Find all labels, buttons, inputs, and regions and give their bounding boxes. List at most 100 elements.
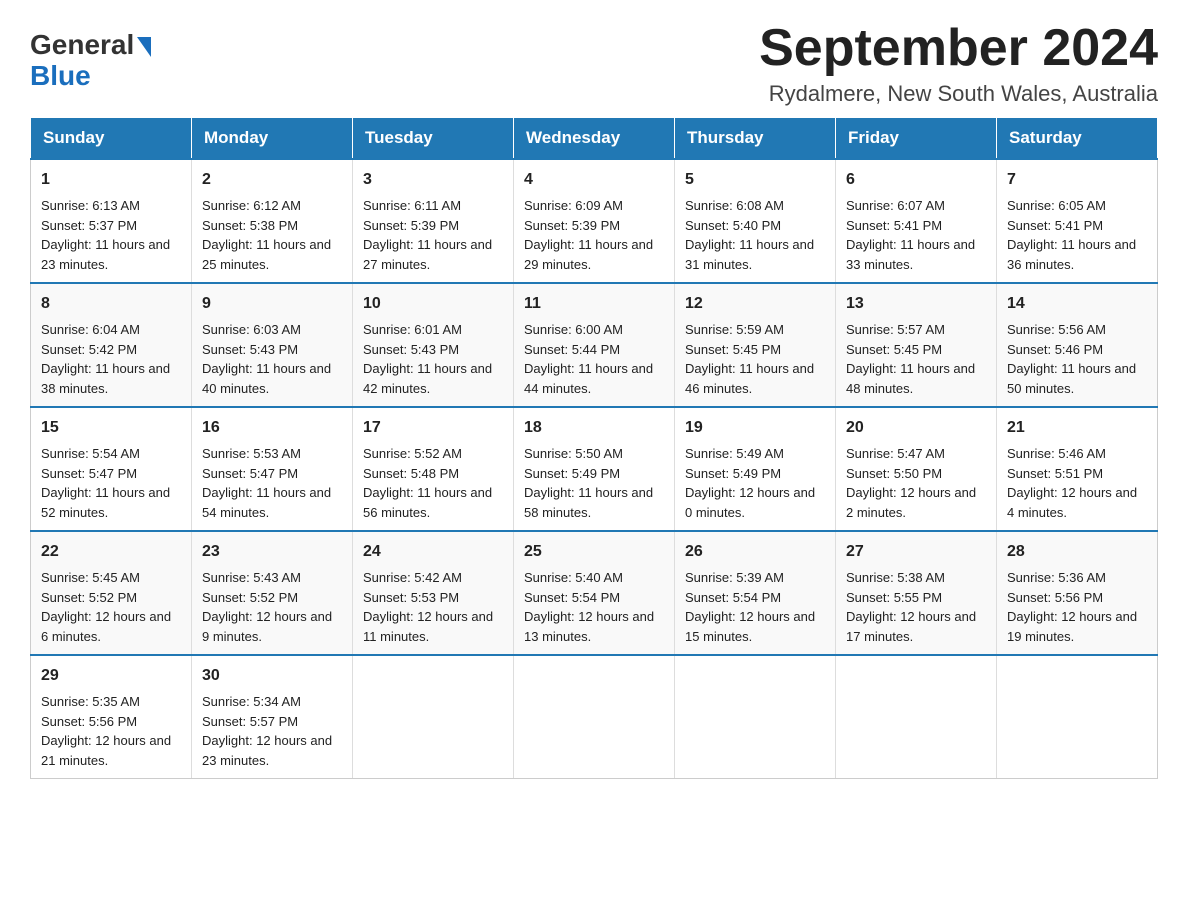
sunset-text: Sunset: 5:38 PM bbox=[202, 216, 342, 236]
sunset-text: Sunset: 5:50 PM bbox=[846, 464, 986, 484]
daylight-text: Daylight: 11 hours and 42 minutes. bbox=[363, 359, 503, 398]
table-row bbox=[514, 655, 675, 779]
day-number: 29 bbox=[41, 664, 181, 688]
table-row: 5Sunrise: 6:08 AMSunset: 5:40 PMDaylight… bbox=[675, 159, 836, 283]
table-row: 19Sunrise: 5:49 AMSunset: 5:49 PMDayligh… bbox=[675, 407, 836, 531]
table-row: 28Sunrise: 5:36 AMSunset: 5:56 PMDayligh… bbox=[997, 531, 1158, 655]
daylight-text: Daylight: 12 hours and 9 minutes. bbox=[202, 607, 342, 646]
sunset-text: Sunset: 5:52 PM bbox=[41, 588, 181, 608]
calendar-table: Sunday Monday Tuesday Wednesday Thursday… bbox=[30, 117, 1158, 779]
table-row: 15Sunrise: 5:54 AMSunset: 5:47 PMDayligh… bbox=[31, 407, 192, 531]
daylight-text: Daylight: 11 hours and 50 minutes. bbox=[1007, 359, 1147, 398]
table-row: 12Sunrise: 5:59 AMSunset: 5:45 PMDayligh… bbox=[675, 283, 836, 407]
sunrise-text: Sunrise: 5:49 AM bbox=[685, 444, 825, 464]
day-number: 27 bbox=[846, 540, 986, 564]
logo-general: General bbox=[30, 30, 134, 61]
day-number: 30 bbox=[202, 664, 342, 688]
table-row: 9Sunrise: 6:03 AMSunset: 5:43 PMDaylight… bbox=[192, 283, 353, 407]
calendar-week-row: 29Sunrise: 5:35 AMSunset: 5:56 PMDayligh… bbox=[31, 655, 1158, 779]
sunrise-text: Sunrise: 6:09 AM bbox=[524, 196, 664, 216]
sunset-text: Sunset: 5:49 PM bbox=[524, 464, 664, 484]
table-row: 8Sunrise: 6:04 AMSunset: 5:42 PMDaylight… bbox=[31, 283, 192, 407]
day-number: 9 bbox=[202, 292, 342, 316]
sunset-text: Sunset: 5:45 PM bbox=[685, 340, 825, 360]
sunrise-text: Sunrise: 6:00 AM bbox=[524, 320, 664, 340]
sunrise-text: Sunrise: 5:39 AM bbox=[685, 568, 825, 588]
daylight-text: Daylight: 11 hours and 27 minutes. bbox=[363, 235, 503, 274]
calendar-week-row: 15Sunrise: 5:54 AMSunset: 5:47 PMDayligh… bbox=[31, 407, 1158, 531]
daylight-text: Daylight: 12 hours and 17 minutes. bbox=[846, 607, 986, 646]
sunrise-text: Sunrise: 6:04 AM bbox=[41, 320, 181, 340]
sunrise-text: Sunrise: 6:01 AM bbox=[363, 320, 503, 340]
day-number: 28 bbox=[1007, 540, 1147, 564]
sunrise-text: Sunrise: 5:50 AM bbox=[524, 444, 664, 464]
day-number: 11 bbox=[524, 292, 664, 316]
daylight-text: Daylight: 11 hours and 36 minutes. bbox=[1007, 235, 1147, 274]
sunset-text: Sunset: 5:56 PM bbox=[41, 712, 181, 732]
sunrise-text: Sunrise: 5:57 AM bbox=[846, 320, 986, 340]
day-number: 23 bbox=[202, 540, 342, 564]
sunset-text: Sunset: 5:52 PM bbox=[202, 588, 342, 608]
daylight-text: Daylight: 12 hours and 23 minutes. bbox=[202, 731, 342, 770]
table-row: 14Sunrise: 5:56 AMSunset: 5:46 PMDayligh… bbox=[997, 283, 1158, 407]
table-row: 10 Sunrise: 6:01 AMSunset: 5:43 PMDayligh… bbox=[353, 283, 514, 407]
sunset-text: Sunset: 5:39 PM bbox=[363, 216, 503, 236]
col-sunday: Sunday bbox=[31, 118, 192, 160]
day-number: 21 bbox=[1007, 416, 1147, 440]
day-number: 22 bbox=[41, 540, 181, 564]
sunrise-text: Sunrise: 5:42 AM bbox=[363, 568, 503, 588]
table-row: 3Sunrise: 6:11 AMSunset: 5:39 PMDaylight… bbox=[353, 159, 514, 283]
day-number: 3 bbox=[363, 168, 503, 192]
table-row: 29Sunrise: 5:35 AMSunset: 5:56 PMDayligh… bbox=[31, 655, 192, 779]
sunset-text: Sunset: 5:39 PM bbox=[524, 216, 664, 236]
daylight-text: Daylight: 12 hours and 21 minutes. bbox=[41, 731, 181, 770]
daylight-text: Daylight: 11 hours and 25 minutes. bbox=[202, 235, 342, 274]
sunrise-text: Sunrise: 5:34 AM bbox=[202, 692, 342, 712]
day-number: 10 bbox=[363, 292, 503, 316]
daylight-text: Daylight: 12 hours and 6 minutes. bbox=[41, 607, 181, 646]
sunset-text: Sunset: 5:41 PM bbox=[846, 216, 986, 236]
table-row: 26Sunrise: 5:39 AMSunset: 5:54 PMDayligh… bbox=[675, 531, 836, 655]
page-header: General Blue September 2024 Rydalmere, N… bbox=[30, 20, 1158, 107]
daylight-text: Daylight: 11 hours and 54 minutes. bbox=[202, 483, 342, 522]
daylight-text: Daylight: 12 hours and 19 minutes. bbox=[1007, 607, 1147, 646]
sunset-text: Sunset: 5:45 PM bbox=[846, 340, 986, 360]
sunrise-text: Sunrise: 5:56 AM bbox=[1007, 320, 1147, 340]
day-number: 4 bbox=[524, 168, 664, 192]
table-row: 23 Sunrise: 5:43 AMSunset: 5:52 PMDayligh… bbox=[192, 531, 353, 655]
month-title: September 2024 bbox=[759, 20, 1158, 77]
table-row: 2 Sunrise: 6:12 AMSunset: 5:38 PMDaylight… bbox=[192, 159, 353, 283]
sunset-text: Sunset: 5:41 PM bbox=[1007, 216, 1147, 236]
table-row: 27 Sunrise: 5:38 AMSunset: 5:55 PMDayligh… bbox=[836, 531, 997, 655]
daylight-text: Daylight: 11 hours and 29 minutes. bbox=[524, 235, 664, 274]
table-row bbox=[675, 655, 836, 779]
sunrise-text: Sunrise: 5:43 AM bbox=[202, 568, 342, 588]
sunset-text: Sunset: 5:42 PM bbox=[41, 340, 181, 360]
day-number: 24 bbox=[363, 540, 503, 564]
sunset-text: Sunset: 5:56 PM bbox=[1007, 588, 1147, 608]
sunset-text: Sunset: 5:37 PM bbox=[41, 216, 181, 236]
col-friday: Friday bbox=[836, 118, 997, 160]
day-number: 15 bbox=[41, 416, 181, 440]
day-number: 26 bbox=[685, 540, 825, 564]
sunset-text: Sunset: 5:43 PM bbox=[363, 340, 503, 360]
table-row: 7Sunrise: 6:05 AMSunset: 5:41 PMDaylight… bbox=[997, 159, 1158, 283]
sunrise-text: Sunrise: 5:54 AM bbox=[41, 444, 181, 464]
day-number: 13 bbox=[846, 292, 986, 316]
sunrise-text: Sunrise: 5:47 AM bbox=[846, 444, 986, 464]
sunrise-text: Sunrise: 6:13 AM bbox=[41, 196, 181, 216]
sunset-text: Sunset: 5:55 PM bbox=[846, 588, 986, 608]
daylight-text: Daylight: 12 hours and 2 minutes. bbox=[846, 483, 986, 522]
sunrise-text: Sunrise: 5:38 AM bbox=[846, 568, 986, 588]
sunrise-text: Sunrise: 6:12 AM bbox=[202, 196, 342, 216]
calendar-header-row: Sunday Monday Tuesday Wednesday Thursday… bbox=[31, 118, 1158, 160]
title-block: September 2024 Rydalmere, New South Wale… bbox=[759, 20, 1158, 107]
day-number: 2 bbox=[202, 168, 342, 192]
daylight-text: Daylight: 11 hours and 58 minutes. bbox=[524, 483, 664, 522]
daylight-text: Daylight: 12 hours and 0 minutes. bbox=[685, 483, 825, 522]
day-number: 17 bbox=[363, 416, 503, 440]
table-row: 6Sunrise: 6:07 AMSunset: 5:41 PMDaylight… bbox=[836, 159, 997, 283]
sunrise-text: Sunrise: 5:40 AM bbox=[524, 568, 664, 588]
sunrise-text: Sunrise: 5:46 AM bbox=[1007, 444, 1147, 464]
table-row bbox=[997, 655, 1158, 779]
